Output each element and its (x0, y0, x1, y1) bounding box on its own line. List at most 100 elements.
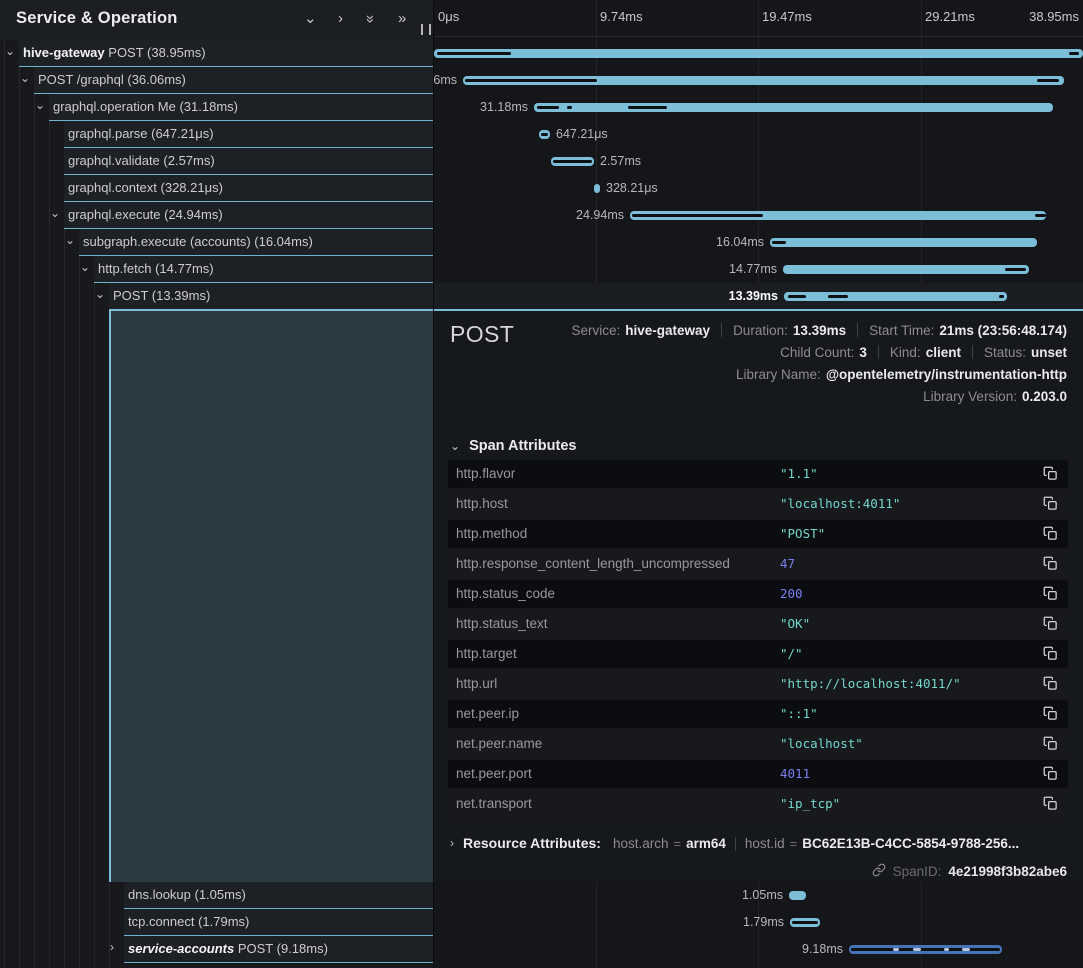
span-tree-row[interactable]: ⌄graphql.execute (24.94ms) (0, 202, 434, 229)
chevron-down-icon[interactable]: ⌄ (304, 10, 317, 28)
span-meta-line: Library Name:@opentelemetry/instrumentat… (571, 363, 1067, 385)
tree-collapse-icon[interactable]: ⌄ (95, 287, 105, 301)
span-tree-row[interactable]: ⌄subgraph.execute (accounts) (16.04ms) (0, 229, 434, 256)
span-bar[interactable] (783, 265, 1029, 274)
copy-icon[interactable] (1043, 646, 1058, 661)
span-tree-row[interactable]: tcp.connect (1.79ms) (0, 909, 434, 936)
child-span-marker (465, 79, 597, 82)
span-tree-row[interactable]: graphql.parse (647.21μs) (0, 121, 434, 148)
copy-icon[interactable] (1043, 766, 1058, 781)
timeline-row[interactable]: 14.77ms (434, 256, 1083, 283)
span-meta-pair: Library Version:0.203.0 (923, 389, 1067, 404)
duration-label: 36.06ms (434, 67, 457, 94)
resource-attribute-value: arm64 (686, 836, 726, 851)
duration-label: 24.94ms (534, 202, 624, 229)
timeline-row[interactable]: 1.05ms (434, 882, 1083, 909)
attribute-row: http.response_content_length_uncompresse… (448, 550, 1068, 578)
copy-icon[interactable] (1043, 706, 1058, 721)
span-detail-title: POST (450, 321, 514, 348)
resource-attribute-key: host.arch (613, 836, 669, 851)
span-tree-row[interactable]: ⌄hive-gateway POST (38.95ms) (0, 40, 434, 67)
timeline-row[interactable]: 9.18ms (434, 936, 1083, 963)
timeline-row[interactable]: 1.79ms (434, 909, 1083, 936)
duration-label: 31.18ms (438, 94, 528, 121)
copy-icon[interactable] (1043, 616, 1058, 631)
span-marker (913, 948, 921, 951)
tree-collapse-icon[interactable]: ⌄ (80, 260, 90, 274)
span-attributes-table: http.flavor"1.1"http.host"localhost:4011… (448, 460, 1068, 820)
span-label: service-accounts POST (9.18ms) (128, 936, 328, 962)
link-icon[interactable] (872, 863, 886, 880)
span-tree-row[interactable]: dns.lookup (1.05ms) (0, 882, 434, 909)
timeline-row[interactable]: 328.21μs (434, 175, 1083, 202)
span-bar[interactable] (630, 211, 1046, 220)
attribute-row: http.url"http://localhost:4011/" (448, 670, 1068, 698)
span-bar[interactable] (594, 184, 600, 193)
child-span-marker (567, 106, 572, 109)
copy-icon[interactable] (1043, 676, 1058, 691)
span-bar[interactable] (539, 130, 550, 139)
tree-collapse-icon[interactable]: ⌄ (50, 206, 60, 220)
timeline-row[interactable]: 31.18ms (434, 94, 1083, 121)
span-attributes-header[interactable]: ⌄Span Attributes (450, 438, 576, 454)
tree-collapse-icon[interactable]: ⌄ (35, 98, 45, 112)
span-meta-value: @opentelemetry/instrumentation-http (826, 367, 1067, 382)
child-span-marker (1035, 214, 1046, 217)
span-bar[interactable] (463, 76, 1064, 85)
child-span-marker (437, 52, 511, 55)
copy-icon[interactable] (1043, 796, 1058, 811)
span-bar[interactable] (789, 891, 806, 900)
attribute-row: net.transport"ip_tcp" (448, 790, 1068, 818)
resource-attribute-value: BC62E13B-C4CC-5854-9788-256... (802, 836, 1019, 851)
span-meta-label: Library Version: (923, 389, 1017, 404)
copy-icon[interactable] (1043, 736, 1058, 751)
span-tree-row[interactable]: graphql.context (328.21μs) (0, 175, 434, 202)
span-bar[interactable] (849, 945, 1002, 954)
span-bar[interactable] (434, 49, 1083, 58)
span-marker (962, 948, 970, 951)
copy-icon[interactable] (1043, 556, 1058, 571)
attribute-value: "localhost:4011" (780, 490, 900, 518)
timeline-row[interactable]: 24.94ms (434, 202, 1083, 229)
resource-attributes-header[interactable]: › Resource Attributes: host.arch=arm64ho… (450, 835, 1019, 851)
timeline-row[interactable]: 13.39ms (434, 283, 1083, 310)
tree-collapse-icon[interactable]: ⌄ (65, 233, 75, 247)
panel-resize-grip-icon[interactable] (421, 24, 431, 35)
child-span-marker (1037, 79, 1059, 82)
timeline-row[interactable]: 16.04ms (434, 229, 1083, 256)
meta-separator (878, 345, 879, 359)
timeline-row[interactable]: 647.21μs (434, 121, 1083, 148)
attribute-key: net.transport (456, 790, 532, 818)
copy-icon[interactable] (1043, 526, 1058, 541)
timeline-row[interactable]: 2.57ms (434, 148, 1083, 175)
span-label: graphql.context (328.21μs) (68, 175, 223, 201)
span-meta-label: Duration: (733, 323, 788, 338)
panel-divider[interactable] (433, 0, 434, 968)
span-bar[interactable] (551, 157, 594, 166)
span-id-label: SpanID: (893, 864, 942, 879)
span-tree-row[interactable]: ⌄ graphql.operation Me (31.18ms) (0, 94, 434, 121)
span-bar[interactable] (534, 103, 1053, 112)
tree-collapse-icon[interactable]: ⌄ (5, 44, 15, 58)
span-bar[interactable] (770, 238, 1037, 247)
span-label: graphql.operation Me (31.18ms) (53, 94, 238, 120)
tree-collapse-icon[interactable]: ⌄ (20, 71, 30, 85)
timeline-row[interactable]: 36.06ms (434, 67, 1083, 94)
copy-icon[interactable] (1043, 586, 1058, 601)
span-tree-row[interactable]: ⌄http.fetch (14.77ms) (0, 256, 434, 283)
copy-icon[interactable] (1043, 496, 1058, 511)
span-tree-row[interactable]: ⌄POST /graphql (36.06ms) (0, 67, 434, 94)
span-tree-row[interactable]: ⌄POST (13.39ms) (0, 283, 434, 310)
span-tree-row[interactable]: › service-accounts POST (9.18ms) (0, 936, 434, 963)
span-tree-row[interactable]: graphql.validate (2.57ms) (0, 148, 434, 175)
chevron-right-icon[interactable]: › (338, 10, 343, 28)
span-bar[interactable] (790, 918, 820, 927)
collapse-all-icon-glyph: » (361, 15, 379, 23)
expand-all-icon[interactable]: » (398, 10, 406, 28)
tree-expand-icon[interactable]: › (110, 940, 114, 954)
collapse-all-icon[interactable]: » (366, 10, 374, 28)
span-bar[interactable] (784, 292, 1007, 301)
copy-icon[interactable] (1043, 466, 1058, 481)
timeline-row[interactable] (434, 40, 1083, 67)
chevron-down-icon: ⌄ (450, 439, 460, 453)
